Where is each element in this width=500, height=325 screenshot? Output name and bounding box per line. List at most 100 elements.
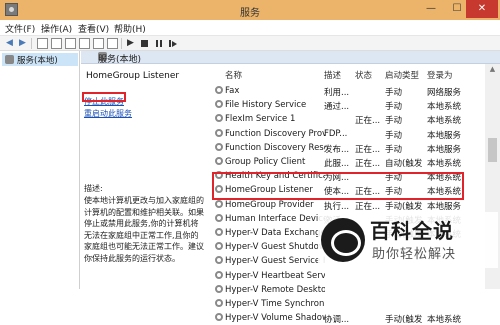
- service-gear-icon: [215, 256, 223, 265]
- close-button[interactable]: ✕: [466, 0, 498, 18]
- cell-desc: FDP...: [324, 128, 348, 139]
- column-start-header[interactable]: 启动类型: [385, 69, 419, 81]
- pause-service-icon[interactable]: [153, 38, 164, 49]
- cell-name: File History Service: [225, 100, 307, 111]
- back-icon[interactable]: ◀: [4, 38, 15, 49]
- cell-name: Hyper-V Heartbeat Service: [225, 270, 325, 281]
- tree-item-label: 服务(本地): [17, 56, 58, 66]
- watermark: 百科全说 助你轻松解决: [318, 212, 498, 268]
- cell-start: 手动: [385, 130, 403, 141]
- cell-status: 正在...: [355, 116, 381, 127]
- pane-header: 服务(本地): [81, 51, 500, 65]
- forward-icon[interactable]: ▶: [17, 38, 28, 49]
- service-gear-icon: [215, 128, 223, 137]
- cell-name: Hyper-V Time Synchroniz...: [225, 299, 325, 309]
- restart-service-link[interactable]: 重启动此服务: [84, 108, 132, 119]
- menu-file[interactable]: 文件(F): [5, 22, 35, 35]
- cell-status: 正在...: [355, 144, 381, 155]
- console-icon[interactable]: [107, 38, 118, 49]
- cell-name: Hyper-V Guest Service I...: [225, 256, 325, 267]
- cell-start: 手动: [385, 102, 403, 113]
- minimize-button[interactable]: —: [418, 0, 444, 18]
- table-row[interactable]: File History Service 通过... 手动 本地系统: [210, 98, 488, 112]
- highlight-box-links: [82, 92, 126, 102]
- menu-action[interactable]: 操作(A): [41, 22, 72, 35]
- cell-start: 手动: [385, 144, 403, 155]
- help-icon[interactable]: [93, 38, 104, 49]
- service-gear-icon: [215, 86, 223, 94]
- table-row[interactable]: Hyper-V Heartbeat Service: [210, 269, 488, 283]
- menu-bar: 文件(F) 操作(A) 查看(V) 帮助(H): [0, 20, 500, 36]
- cell-logon: 本地服务: [427, 201, 462, 212]
- column-desc-header[interactable]: 描述: [324, 69, 341, 81]
- cell-name: FlexIm Service 1: [225, 114, 296, 125]
- cell-desc: 执行...: [324, 201, 350, 212]
- stop-service-icon[interactable]: [139, 38, 150, 49]
- services-icon: [5, 55, 14, 64]
- description-label: 描述:: [84, 184, 103, 193]
- cell-name: Fax: [225, 86, 240, 96]
- cell-name: Hyper-V Volume Shadow ...: [225, 313, 325, 324]
- cell-name: HomeGroup Provider: [225, 199, 314, 210]
- selected-service-name: HomeGroup Listener: [86, 71, 180, 81]
- cell-name: Hyper-V Remote Desktop Virtualiz...: [225, 284, 325, 295]
- scroll-thumb[interactable]: [488, 138, 497, 162]
- table-row[interactable]: Hyper-V Time Synchroniz...: [210, 297, 488, 311]
- toolbar-separator: [31, 38, 32, 49]
- refresh-icon[interactable]: [65, 38, 76, 49]
- highlight-box-homegroup-rows: [212, 172, 464, 200]
- service-gear-icon: [215, 157, 223, 165]
- table-row[interactable]: Function Discovery Reso...发布... 正在... 手动 本地…: [210, 141, 488, 155]
- service-gear-icon: [215, 299, 223, 307]
- table-row[interactable]: Hyper-V Remote Desktop Virtualiz...: [210, 283, 488, 297]
- service-gear-icon: [215, 270, 223, 279]
- cell-logon: 本地系统: [427, 116, 462, 127]
- service-gear-icon: [215, 242, 223, 251]
- toolbar: ◀ ▶ ▶: [0, 36, 500, 51]
- menu-help[interactable]: 帮助(H): [114, 22, 146, 35]
- cell-logon: 本地服务: [427, 130, 462, 141]
- service-gear-icon: [215, 199, 223, 208]
- description-text: 使本地计算机更改与加入家庭组的计算机的配置和维护相关联。如果停止或禁用此服务,你…: [84, 196, 204, 263]
- cell-start: 手动: [385, 88, 403, 98]
- table-row[interactable]: Function Discovery Provi...FDP... 手动 本地服务: [210, 127, 488, 141]
- cell-start: 手动(触发...: [385, 315, 423, 325]
- show-tree-icon[interactable]: [37, 38, 48, 49]
- cell-name: Function Discovery Provi...: [225, 128, 325, 139]
- scroll-up-icon[interactable]: ▲: [487, 65, 498, 75]
- service-gear-icon: [215, 313, 223, 322]
- properties-icon[interactable]: [51, 38, 62, 49]
- table-row[interactable]: Hyper-V Volume Shadow ...协调... 手动(触发... 本地…: [210, 311, 488, 325]
- table-row[interactable]: Fax 利用... 手动 网络服务: [210, 84, 488, 98]
- restart-service-icon[interactable]: [167, 38, 178, 49]
- tree-item-services-local[interactable]: 服务(本地): [2, 53, 78, 66]
- cell-name: Hyper-V Guest Shutdown...: [225, 242, 325, 253]
- column-logon-header[interactable]: 登录为: [427, 69, 453, 81]
- menu-view[interactable]: 查看(V): [78, 22, 109, 35]
- cell-desc: 协调...: [324, 315, 350, 325]
- watermark-subtitle: 助你轻松解决: [372, 247, 457, 262]
- cell-status: 正在...: [355, 201, 381, 212]
- start-service-icon[interactable]: ▶: [125, 38, 136, 49]
- cell-start: 手动: [385, 116, 403, 127]
- cell-name: Function Discovery Reso...: [225, 142, 325, 153]
- title-bar: 服务 — ☐ ✕: [0, 0, 500, 20]
- console-tree: 服务(本地): [0, 51, 80, 289]
- cell-logon: 本地服务: [427, 144, 462, 155]
- table-row[interactable]: Group Policy Client 此服... 正在... 自动(触发... 本地系…: [210, 155, 488, 169]
- cell-start: 自动(触发...: [385, 159, 423, 169]
- watermark-title: 百科全说: [370, 219, 454, 243]
- cell-desc: 此服...: [324, 159, 350, 169]
- column-name-header[interactable]: 名称: [225, 69, 242, 81]
- toolbar-separator: [121, 38, 122, 49]
- cell-status: 正在...: [355, 159, 381, 169]
- export-icon[interactable]: [79, 38, 90, 49]
- service-gear-icon: [215, 100, 223, 109]
- cell-name: Group Policy Client: [225, 157, 306, 167]
- cell-logon: 本地系统: [427, 102, 462, 113]
- service-gear-icon: [215, 213, 223, 222]
- cell-logon: 网络服务: [427, 88, 462, 98]
- table-row[interactable]: FlexIm Service 1 正在... 手动 本地系统: [210, 112, 488, 126]
- column-status-header[interactable]: 状态: [355, 69, 372, 81]
- cell-desc: 发布...: [324, 144, 350, 155]
